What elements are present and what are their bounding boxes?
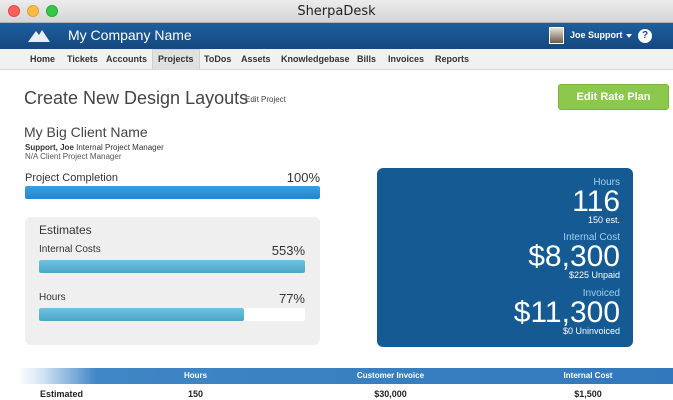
column-header-internal-cost: Internal Cost bbox=[563, 371, 613, 380]
invoiced-stat-sub: $0 Uninvoiced bbox=[562, 326, 620, 336]
app-header: My Company Name Joe Support ? bbox=[0, 23, 673, 49]
nav-item-todos[interactable]: ToDos bbox=[199, 49, 236, 69]
hours-progress-fill bbox=[39, 308, 244, 321]
invoiced-stat-value: $11,300 bbox=[513, 296, 620, 329]
hours-stat-value: 116 bbox=[572, 185, 620, 218]
client-name[interactable]: My Big Client Name bbox=[24, 124, 148, 140]
client-manager: N/A Client Project Manager bbox=[25, 152, 122, 161]
main-nav: Home Tickets Accounts Projects ToDos Ass… bbox=[0, 49, 673, 70]
column-header-customer-invoice: Customer Invoice bbox=[356, 371, 425, 380]
chevron-down-icon bbox=[625, 33, 632, 38]
hours-progress-bar bbox=[39, 308, 305, 321]
nav-item-projects[interactable]: Projects bbox=[152, 49, 200, 69]
nav-item-invoices[interactable]: Invoices bbox=[383, 49, 429, 69]
internal-costs-progress-fill bbox=[39, 260, 305, 273]
manager-role: Internal Project Manager bbox=[76, 143, 164, 152]
completion-progress-fill bbox=[25, 186, 320, 199]
table-header: Hours Customer Invoice Internal Cost bbox=[18, 368, 673, 384]
completion-label: Project Completion bbox=[25, 172, 118, 184]
completion-value: 100% bbox=[286, 170, 320, 185]
manager-name[interactable]: Support, Joe bbox=[25, 143, 74, 152]
window-title: SherpaDesk bbox=[297, 4, 376, 19]
nav-item-reports[interactable]: Reports bbox=[430, 49, 474, 69]
internal-costs-value: 553% bbox=[271, 243, 305, 258]
hours-estimate-label: Hours bbox=[39, 292, 66, 303]
table-cell-internal-cost: $1,500 bbox=[574, 389, 602, 399]
nav-item-home[interactable]: Home bbox=[25, 49, 60, 69]
company-name[interactable]: My Company Name bbox=[68, 27, 192, 43]
nav-item-knowledgebase[interactable]: Knowledgebase bbox=[276, 49, 355, 69]
nav-item-bills[interactable]: Bills bbox=[352, 49, 381, 69]
avatar[interactable] bbox=[549, 27, 564, 44]
mountain-logo-icon[interactable] bbox=[28, 28, 50, 42]
edit-project-link[interactable]: Edit Project bbox=[245, 95, 286, 104]
column-header-hours: Hours bbox=[183, 371, 208, 380]
estimates-title: Estimates bbox=[39, 223, 92, 237]
table-row-label: Estimated bbox=[40, 389, 84, 399]
table-cell-customer-invoice: $30,000 bbox=[374, 389, 407, 399]
internal-costs-progress-bar bbox=[39, 260, 305, 273]
table-cell-hours: 150 bbox=[187, 389, 204, 399]
internal-cost-stat-sub: $225 Unpaid bbox=[568, 270, 620, 280]
help-icon[interactable]: ? bbox=[638, 29, 652, 43]
project-stats-panel: Hours 116 150 est. Internal Cost $8,300 … bbox=[377, 168, 633, 347]
estimates-panel: Estimates Internal Costs 553% Hours 77% bbox=[25, 217, 320, 345]
internal-cost-stat-value: $8,300 bbox=[528, 240, 620, 273]
nav-item-accounts[interactable]: Accounts bbox=[101, 49, 152, 69]
completion-progress-bar bbox=[25, 186, 320, 199]
user-menu[interactable]: Joe Support bbox=[570, 30, 632, 40]
hours-stat-sub: 150 est. bbox=[587, 215, 620, 225]
edit-rate-plan-button[interactable]: Edit Rate Plan bbox=[558, 84, 669, 110]
nav-item-tickets[interactable]: Tickets bbox=[62, 49, 103, 69]
hours-estimate-value: 77% bbox=[278, 291, 305, 306]
window-titlebar: SherpaDesk bbox=[0, 0, 673, 23]
nav-item-assets[interactable]: Assets bbox=[236, 49, 276, 69]
user-name: Joe Support bbox=[570, 30, 623, 40]
internal-manager: Support, Joe Internal Project Manager bbox=[25, 143, 164, 152]
page-title: Create New Design Layouts bbox=[24, 88, 249, 108]
internal-costs-label: Internal Costs bbox=[39, 244, 101, 255]
